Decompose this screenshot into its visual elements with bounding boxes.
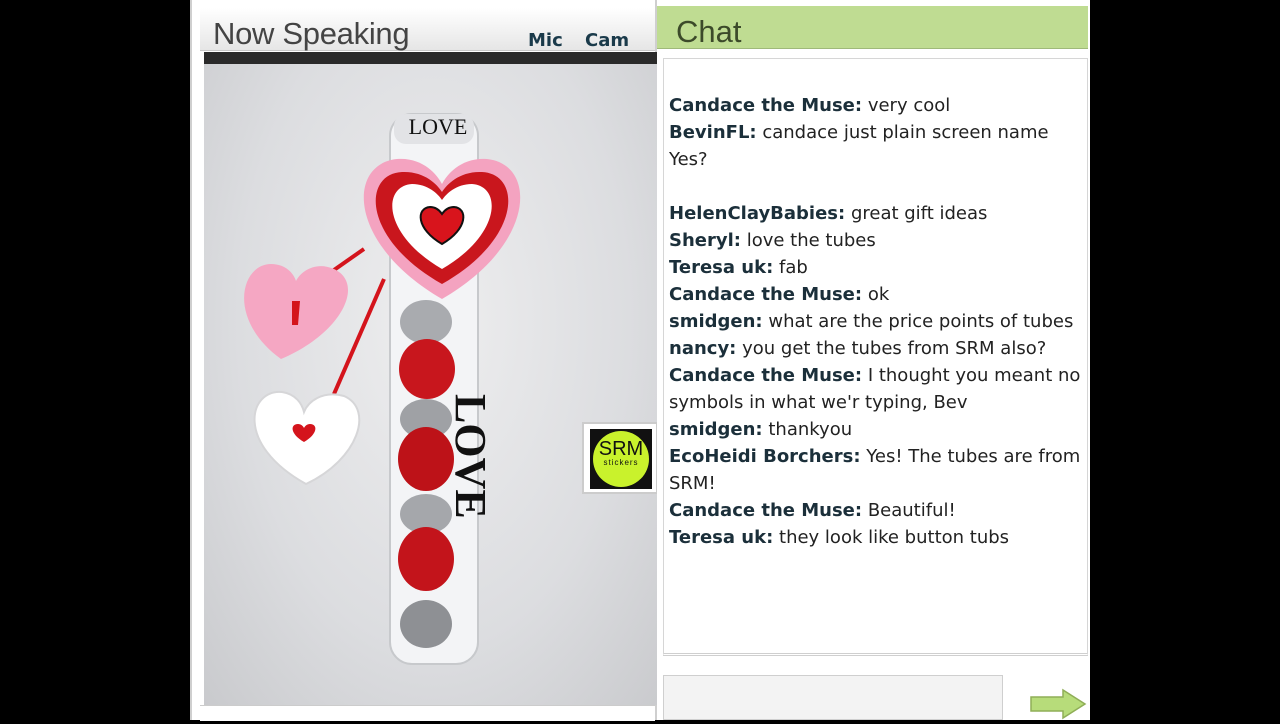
pink-heart-tag (244, 264, 349, 359)
chat-message: nancy: you get the tubes from SRM also? (669, 335, 1085, 362)
mic-button[interactable]: Mic (528, 30, 563, 51)
chat-title: Chat (676, 14, 742, 49)
now-speaking-title: Now Speaking (213, 16, 410, 51)
video-bottom-bar (200, 705, 655, 721)
webcam-video: LOVE LOVE (204, 64, 666, 705)
logo-text: SRM (598, 438, 644, 460)
chat-username: Candace the Muse: (669, 365, 863, 386)
tube-top-label: LOVE (409, 114, 468, 139)
chat-text: thankyou (762, 419, 853, 440)
chat-text: fab (773, 257, 808, 278)
chat-username: Candace the Muse: (669, 284, 863, 305)
chat-username: nancy: (669, 338, 737, 359)
chat-input[interactable] (663, 675, 1003, 720)
chat-message: smidgen: what are the price points of tu… (669, 308, 1085, 335)
tube-side-label: LOVE (446, 394, 495, 519)
chat-header: Chat (657, 6, 1088, 49)
chat-text: ok (862, 284, 890, 305)
chat-text: you get the tubes from SRM also? (736, 338, 1047, 359)
chat-message: Candace the Muse: very cool (669, 92, 1085, 119)
chat-username: Candace the Muse: (669, 500, 863, 521)
chat-username: EcoHeidi Borchers: (669, 446, 861, 467)
chat-message: Candace the Muse: Beautiful! (669, 497, 1085, 524)
chat-text: love the tubes (740, 230, 876, 251)
chat-messages: Candace the Muse: very cool BevinFL: cand… (669, 92, 1085, 551)
chat-message: BevinFL: candace just plain screen name … (669, 119, 1085, 173)
chat-username: Candace the Muse: (669, 95, 863, 116)
chat-text: Beautiful! (862, 500, 956, 521)
now-speaking-panel: Now Speaking Mic Cam LOVE LOVE SRM stick… (190, 0, 666, 721)
arrow-right-icon (1030, 688, 1087, 720)
now-speaking-header: Now Speaking Mic Cam (200, 8, 655, 51)
chat-text: great gift ideas (845, 203, 988, 224)
chat-log[interactable]: Candace the Muse: very cool BevinFL: cand… (663, 58, 1088, 656)
srm-stickers-logo: SRM stickers (582, 422, 658, 494)
chat-message: Candace the Muse: I thought you meant no… (669, 362, 1085, 416)
chat-username: Teresa uk: (669, 527, 774, 548)
chat-message: Teresa uk: they look like button tubs (669, 524, 1085, 551)
chat-username: HelenClayBabies: (669, 203, 846, 224)
chat-text: they look like button tubs (773, 527, 1010, 548)
chat-panel: Chat Candace the Muse: very cool BevinFL:… (657, 0, 1090, 720)
chat-message: Teresa uk: fab (669, 254, 1085, 281)
chat-text: what are the price points of tubes (762, 311, 1074, 332)
chat-username: smidgen: (669, 311, 763, 332)
chat-message: smidgen: thankyou (669, 416, 1085, 443)
chat-username: smidgen: (669, 419, 763, 440)
chat-username: BevinFL: (669, 122, 757, 143)
chat-username: Teresa uk: (669, 257, 774, 278)
video-scene: LOVE LOVE (244, 113, 521, 665)
white-heart-tag (253, 390, 361, 486)
chat-username: Sheryl: (669, 230, 741, 251)
send-button[interactable] (1029, 688, 1087, 720)
cam-button[interactable]: Cam (585, 30, 629, 51)
chat-text: very cool (862, 95, 951, 116)
chat-message: HelenClayBabies: great gift ideas (669, 200, 1085, 227)
chat-message: Sheryl: love the tubes (669, 227, 1085, 254)
webinar-app: Now Speaking Mic Cam LOVE LOVE SRM stick… (190, 0, 1090, 721)
chat-message: Candace the Muse: ok (669, 281, 1085, 308)
chat-message: EcoHeidi Borchers: Yes! The tubes are fr… (669, 443, 1085, 497)
